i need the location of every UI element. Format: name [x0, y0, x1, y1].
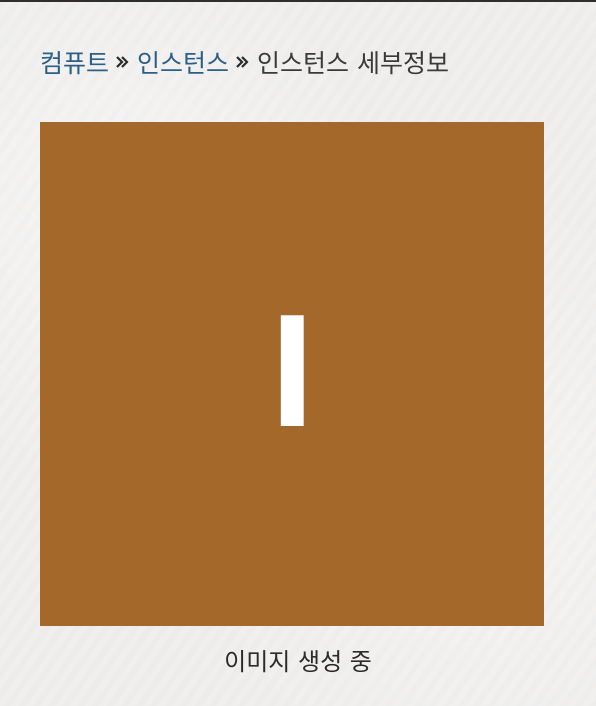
instance-image-placeholder: I: [40, 122, 544, 626]
placeholder-letter: I: [269, 285, 315, 462]
double-chevron-right-icon: [236, 56, 249, 68]
double-chevron-right-icon: [116, 56, 129, 68]
breadcrumb-link-compute[interactable]: 컴퓨트: [40, 44, 109, 80]
breadcrumb-link-instances[interactable]: 인스턴스: [137, 44, 229, 80]
breadcrumb-current-instance-details: 인스턴스 세부정보: [257, 49, 449, 78]
breadcrumb: 컴퓨트 인스턴스 인스턴스 세부정보: [40, 44, 449, 80]
top-border-line: [0, 0, 596, 2]
instance-detail-page: { "breadcrumb": { "items": [ {"label": "…: [0, 0, 596, 706]
image-generating-status: 이미지 생성 중: [224, 648, 372, 676]
